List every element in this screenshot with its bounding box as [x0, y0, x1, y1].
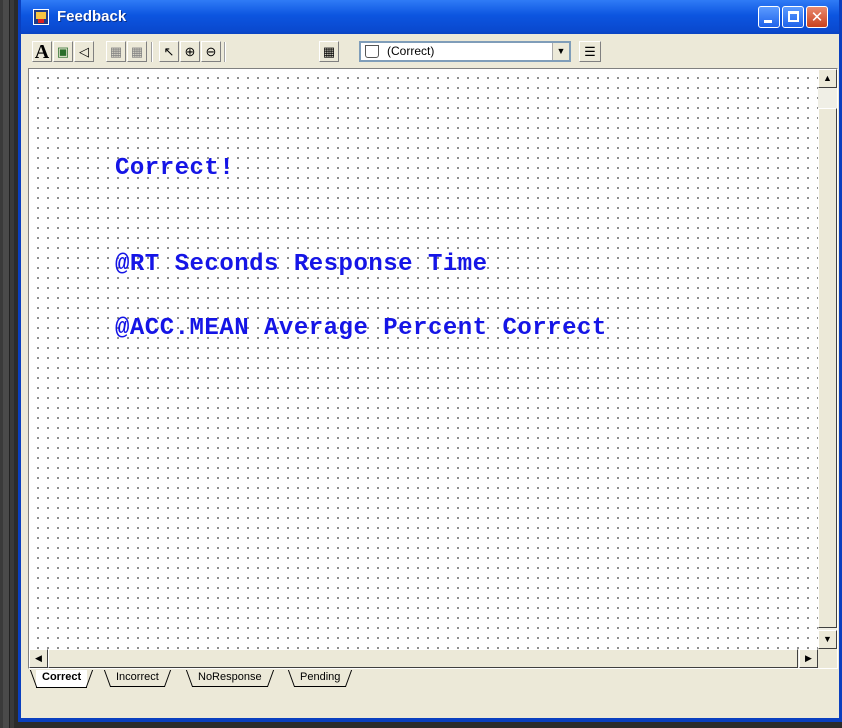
sound-tool-button[interactable]: ◁: [74, 41, 94, 62]
bring-forward-button[interactable]: ▦: [106, 41, 126, 62]
canvas-text-line[interactable]: @RT Seconds Response Time: [115, 251, 488, 278]
scroll-right-icon[interactable]: ▶: [799, 649, 818, 668]
image-tool-button[interactable]: ▣: [53, 41, 73, 62]
feedback-window: Feedback ✕ A ▣ ◁ ▦ ▦ ↖ ⊕ ⊖ ▦ (Correct) ▼…: [18, 0, 842, 722]
state-icon: [365, 45, 379, 58]
horizontal-scrollbar[interactable]: ◀ ▶: [29, 649, 818, 668]
window-client-area: A ▣ ◁ ▦ ▦ ↖ ⊕ ⊖ ▦ (Correct) ▼ ☰ Correct!…: [21, 34, 839, 718]
canvas-frame: Correct! @RT Seconds Response Time @ACC.…: [28, 68, 838, 669]
feedback-canvas[interactable]: Correct! @RT Seconds Response Time @ACC.…: [29, 69, 818, 649]
bring-forward-icon: ▦: [109, 44, 123, 59]
canvas-text-line[interactable]: @ACC.MEAN Average Percent Correct: [115, 315, 607, 342]
window-title: Feedback: [57, 8, 127, 25]
close-button[interactable]: ✕: [806, 6, 828, 28]
scrollbar-corner: [818, 649, 837, 668]
zoom-out-icon: ⊖: [205, 44, 217, 59]
canvas-text-line[interactable]: Correct!: [115, 155, 234, 182]
state-selector-value: (Correct): [387, 44, 435, 58]
tab-pending[interactable]: Pending: [294, 670, 347, 687]
tab-noresponse[interactable]: NoResponse: [192, 670, 268, 687]
vertical-scroll-thumb[interactable]: [818, 108, 837, 628]
properties-button[interactable]: ☰: [579, 41, 601, 62]
send-backward-icon: ▦: [130, 44, 144, 59]
sound-tool-icon: ◁: [79, 44, 89, 59]
app-icon: [33, 9, 49, 25]
zoom-in-icon: ⊕: [184, 44, 196, 59]
text-tool-button[interactable]: A: [32, 41, 52, 62]
title-bar[interactable]: Feedback ✕: [21, 0, 839, 34]
tab-incorrect[interactable]: Incorrect: [110, 670, 165, 687]
select-arrow-icon: ↖: [163, 44, 175, 59]
minimize-button[interactable]: [758, 6, 780, 28]
grid-toggle-button[interactable]: ▦: [319, 41, 339, 62]
image-tool-icon: ▣: [56, 44, 70, 59]
state-tabs: Correct Incorrect NoResponse Pending: [30, 670, 830, 690]
send-backward-button[interactable]: ▦: [127, 41, 147, 62]
tab-correct[interactable]: Correct: [36, 670, 88, 688]
scroll-up-icon[interactable]: ▲: [818, 69, 837, 88]
vertical-scrollbar[interactable]: ▲ ▼: [818, 69, 837, 649]
toolbar: A ▣ ◁ ▦ ▦ ↖ ⊕ ⊖ ▦ (Correct) ▼ ☰: [21, 34, 839, 68]
scroll-down-icon[interactable]: ▼: [818, 630, 837, 649]
background-panel-divider: [3, 0, 10, 728]
close-icon: ✕: [810, 8, 824, 26]
horizontal-scroll-thumb[interactable]: [48, 649, 798, 668]
maximize-button[interactable]: [782, 6, 804, 28]
dropdown-arrow-icon[interactable]: ▼: [552, 43, 569, 60]
state-selector[interactable]: (Correct) ▼: [359, 41, 571, 62]
grid-icon: ▦: [322, 44, 336, 59]
properties-icon: ☰: [584, 44, 596, 59]
toolbar-separator: [151, 42, 153, 62]
select-tool-button[interactable]: ↖: [159, 41, 179, 62]
scroll-left-icon[interactable]: ◀: [29, 649, 48, 668]
background-panel-edge: [0, 0, 14, 728]
toolbar-separator: [224, 42, 226, 62]
zoom-in-button[interactable]: ⊕: [180, 41, 200, 62]
zoom-out-button[interactable]: ⊖: [201, 41, 221, 62]
text-tool-icon: A: [34, 41, 50, 63]
